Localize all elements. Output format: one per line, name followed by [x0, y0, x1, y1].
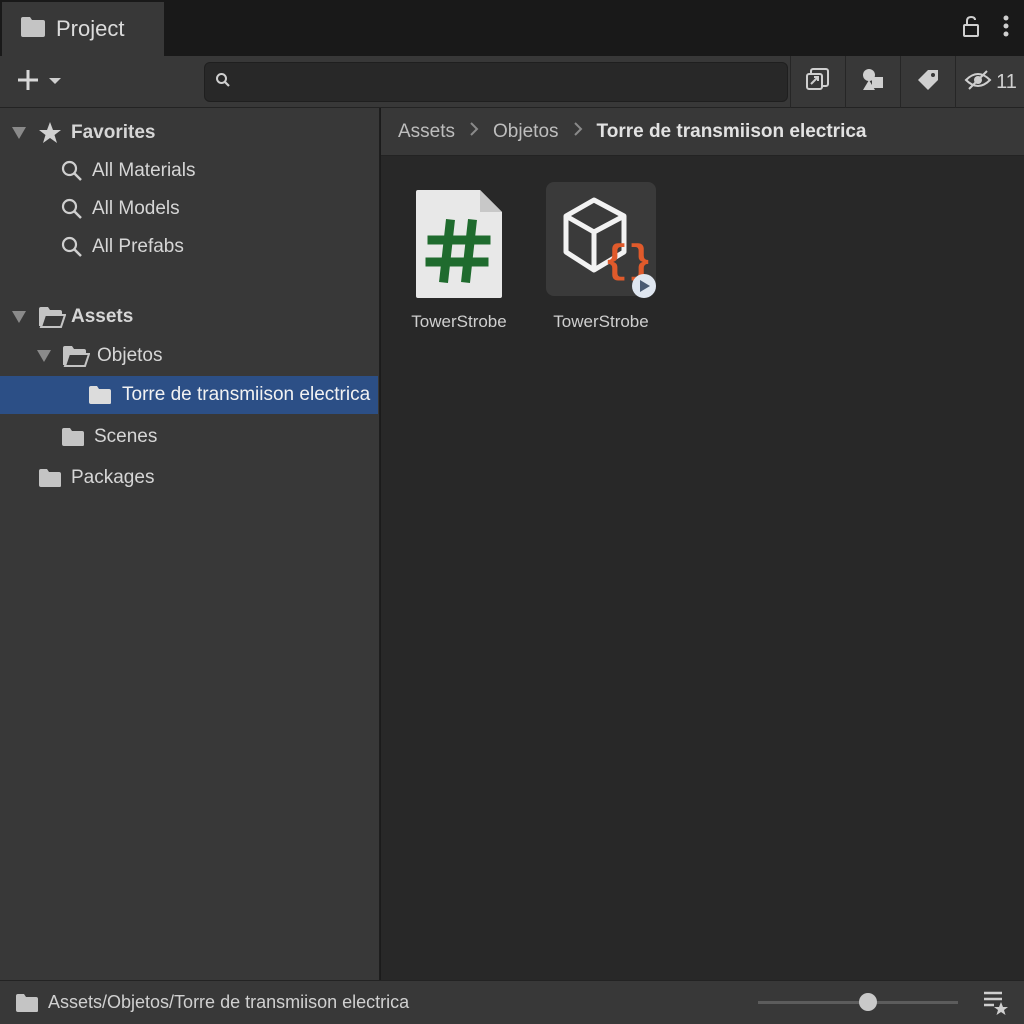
shapes-icon — [860, 67, 886, 98]
search-by-asset-button[interactable] — [845, 56, 899, 108]
folder-icon — [38, 468, 62, 494]
tree-item-torre-selected[interactable]: Torre de transmiison electrica — [0, 376, 378, 414]
tree-item-all-materials[interactable]: All Materials — [0, 152, 378, 190]
breadcrumb-assets[interactable]: Assets — [398, 121, 455, 143]
chevron-right-icon — [573, 122, 583, 141]
tree-label-favorites: Favorites — [71, 122, 156, 143]
slider-thumb[interactable] — [859, 993, 877, 1011]
search-field[interactable] — [204, 62, 788, 102]
tab-title: Project — [56, 16, 125, 41]
project-toolbar: 11 — [0, 56, 1024, 108]
breadcrumb: Assets Objetos Torre de transmiison elec… — [381, 108, 1024, 156]
folder-open-icon — [38, 306, 67, 334]
list-favorite-icon[interactable] — [982, 989, 1010, 1020]
folder-icon — [20, 16, 46, 43]
lock-icon[interactable] — [962, 15, 980, 42]
prefab-script-icon: {} — [536, 182, 666, 300]
chevron-right-icon — [469, 122, 479, 141]
search-icon — [61, 198, 83, 226]
tree-item-objetos[interactable]: Objetos — [0, 337, 378, 375]
asset-item-script[interactable]: TowerStrobe — [394, 184, 524, 332]
breadcrumb-current[interactable]: Torre de transmiison electrica — [597, 121, 867, 143]
search-icon — [215, 72, 231, 93]
status-bar: Assets/Objetos/Torre de transmiison elec… — [0, 980, 1024, 1024]
toggle-hidden-packages-button[interactable]: 11 — [955, 56, 1024, 108]
folder-icon — [15, 993, 39, 1018]
eye-hidden-icon — [964, 69, 992, 96]
chevron-down-icon — [48, 73, 62, 91]
search-input[interactable] — [241, 73, 781, 91]
tree-label-objetos: Objetos — [97, 345, 163, 366]
star-icon — [38, 121, 62, 151]
folder-tree-pane: Favorites All Materials All Models All P… — [0, 108, 380, 980]
kebab-menu-icon[interactable] — [1002, 14, 1010, 43]
search-icon — [61, 236, 83, 264]
tree-label-packages: Packages — [71, 467, 155, 488]
tree-item-scenes[interactable]: Scenes — [0, 418, 378, 456]
expand-triangle-icon[interactable] — [37, 350, 51, 362]
tag-icon — [916, 68, 940, 97]
tree-label-torre: Torre de transmiison electrica — [122, 384, 371, 405]
hidden-count: 11 — [996, 70, 1017, 93]
folder-open-icon — [62, 345, 91, 373]
tree-label-all-materials: All Materials — [92, 160, 196, 181]
tree-item-all-models[interactable]: All Models — [0, 190, 378, 228]
expand-triangle-icon[interactable] — [12, 127, 26, 139]
tree-item-all-prefabs[interactable]: All Prefabs — [0, 228, 378, 266]
search-by-label-button[interactable] — [900, 56, 954, 108]
tree-label-all-prefabs: All Prefabs — [92, 236, 184, 257]
icon-size-slider[interactable] — [758, 993, 958, 1011]
add-asset-button[interactable] — [16, 66, 62, 98]
tree-item-assets[interactable]: Assets — [0, 298, 378, 336]
search-type-icon — [805, 67, 831, 98]
tree-label-all-models: All Models — [92, 198, 180, 219]
folder-icon — [88, 385, 112, 411]
tree-label-assets: Assets — [71, 306, 134, 327]
plus-icon — [16, 68, 40, 97]
tree-item-packages[interactable]: Packages — [0, 459, 378, 497]
status-path: Assets/Objetos/Torre de transmiison elec… — [48, 992, 410, 1012]
asset-content-pane: Assets Objetos Torre de transmiison elec… — [381, 108, 1024, 980]
tab-project[interactable]: Project — [2, 2, 164, 56]
asset-label: TowerStrobe — [411, 312, 507, 331]
search-by-type-button[interactable] — [790, 56, 844, 108]
asset-item-prefab[interactable]: {} TowerStrobe — [536, 182, 666, 332]
folder-icon — [61, 427, 85, 453]
asset-label: TowerStrobe — [553, 312, 649, 331]
breadcrumb-objetos[interactable]: Objetos — [493, 121, 558, 143]
tree-item-favorites[interactable]: Favorites — [0, 114, 378, 152]
search-icon — [61, 160, 83, 188]
tree-label-scenes: Scenes — [94, 426, 158, 447]
expand-triangle-icon[interactable] — [12, 311, 26, 323]
window-titlebar: Project — [0, 0, 1024, 56]
csharp-script-icon — [394, 184, 524, 300]
